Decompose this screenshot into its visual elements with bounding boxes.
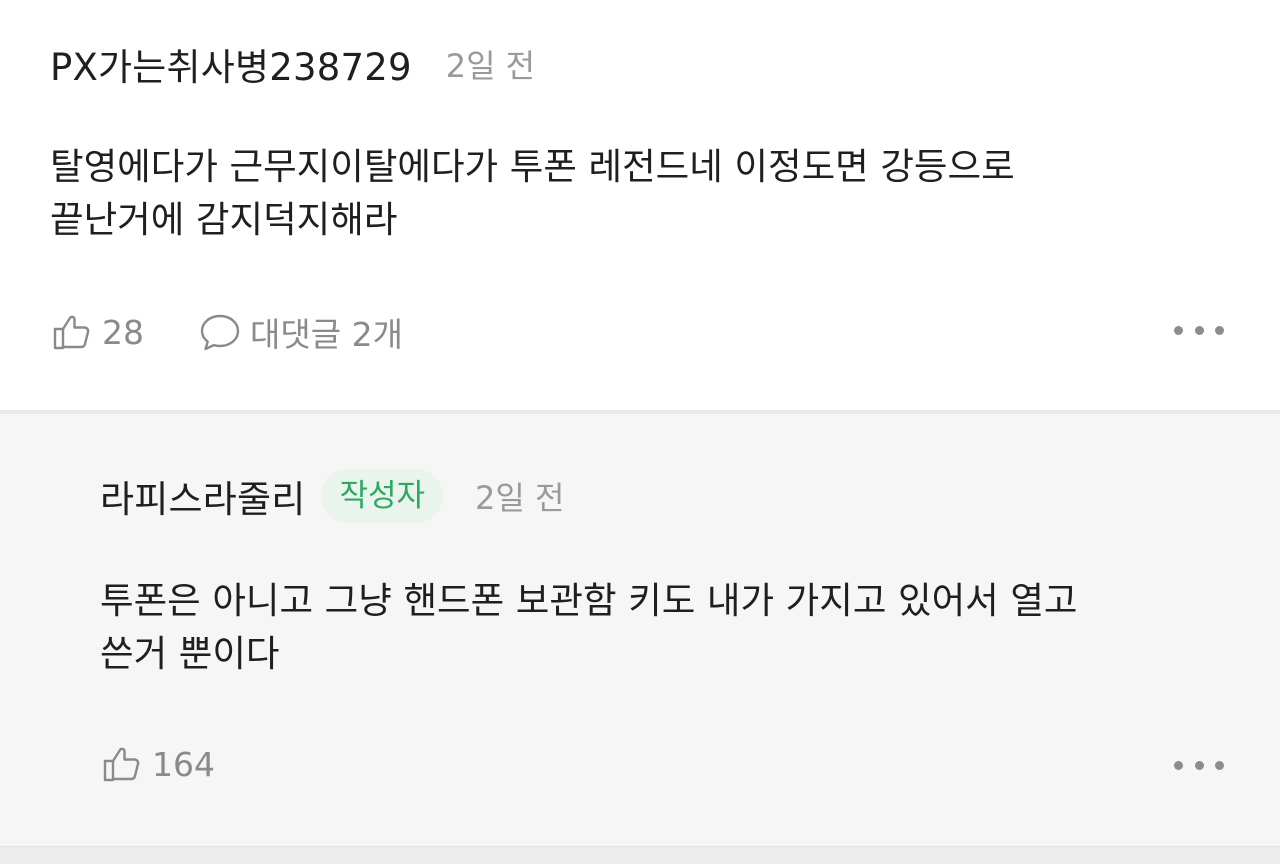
reply-card: 라피스라줄리 작성자 2일 전 투폰은 아니고 그냥 핸드폰 보관함 키도 내가… (0, 414, 1280, 846)
reply-more-options-button[interactable] (1174, 755, 1224, 775)
reply-body-line: 쓴거 뿐이다 (100, 632, 280, 675)
more-options-button[interactable] (1174, 320, 1224, 340)
comment-timestamp: 2일 전 (445, 47, 536, 85)
more-dot (1194, 325, 1204, 335)
reply-author[interactable]: 라피스라줄리 (100, 469, 305, 523)
like-count: 28 (102, 312, 144, 352)
more-dot (1174, 760, 1183, 770)
reply-body-line: 투폰은 아니고 그냥 핸드폰 보관함 키도 내가 가지고 있어서 열고 (100, 579, 1078, 622)
speech-bubble-icon (200, 314, 240, 351)
reply-like-count: 164 (152, 744, 215, 784)
more-dot (1174, 325, 1183, 335)
comment-body: 탈영에다가 근무지이탈에다가 투폰 레전드네 이정도면 강등으로 끝난거에 감지… (50, 140, 1015, 246)
thumbs-up-icon (53, 315, 90, 350)
author-badge: 작성자 (321, 469, 444, 523)
reply-header: 라피스라줄리 작성자 2일 전 (100, 468, 564, 524)
reply-like-button[interactable]: 164 (100, 742, 215, 786)
comment-actions: 28 대댓글 2개 (50, 308, 403, 356)
comment-body-line: 탈영에다가 근무지이탈에다가 투폰 레전드네 이정도면 강등으로 (50, 145, 1015, 188)
comment-card: PX가는취사병238729 2일 전 탈영에다가 근무지이탈에다가 투폰 레전드… (0, 0, 1280, 410)
more-dot (1194, 760, 1204, 770)
more-dot (1215, 760, 1224, 770)
comment-author[interactable]: PX가는취사병238729 (50, 37, 412, 91)
comment-body-line: 끝난거에 감지덕지해라 (50, 198, 398, 241)
replies-count-label: 대댓글 2개 (250, 315, 403, 354)
reply-timestamp: 2일 전 (475, 479, 565, 517)
comment-header: PX가는취사병238729 2일 전 (50, 37, 536, 91)
thumbs-up-icon (103, 747, 140, 782)
comment-divider (0, 846, 1280, 864)
reply-actions: 164 (100, 742, 215, 786)
replies-button[interactable]: 대댓글 2개 (198, 308, 403, 356)
like-button[interactable]: 28 (50, 310, 144, 354)
more-dot (1215, 325, 1224, 335)
reply-body: 투폰은 아니고 그냥 핸드폰 보관함 키도 내가 가지고 있어서 열고 쓴거 뿐… (100, 574, 1078, 680)
